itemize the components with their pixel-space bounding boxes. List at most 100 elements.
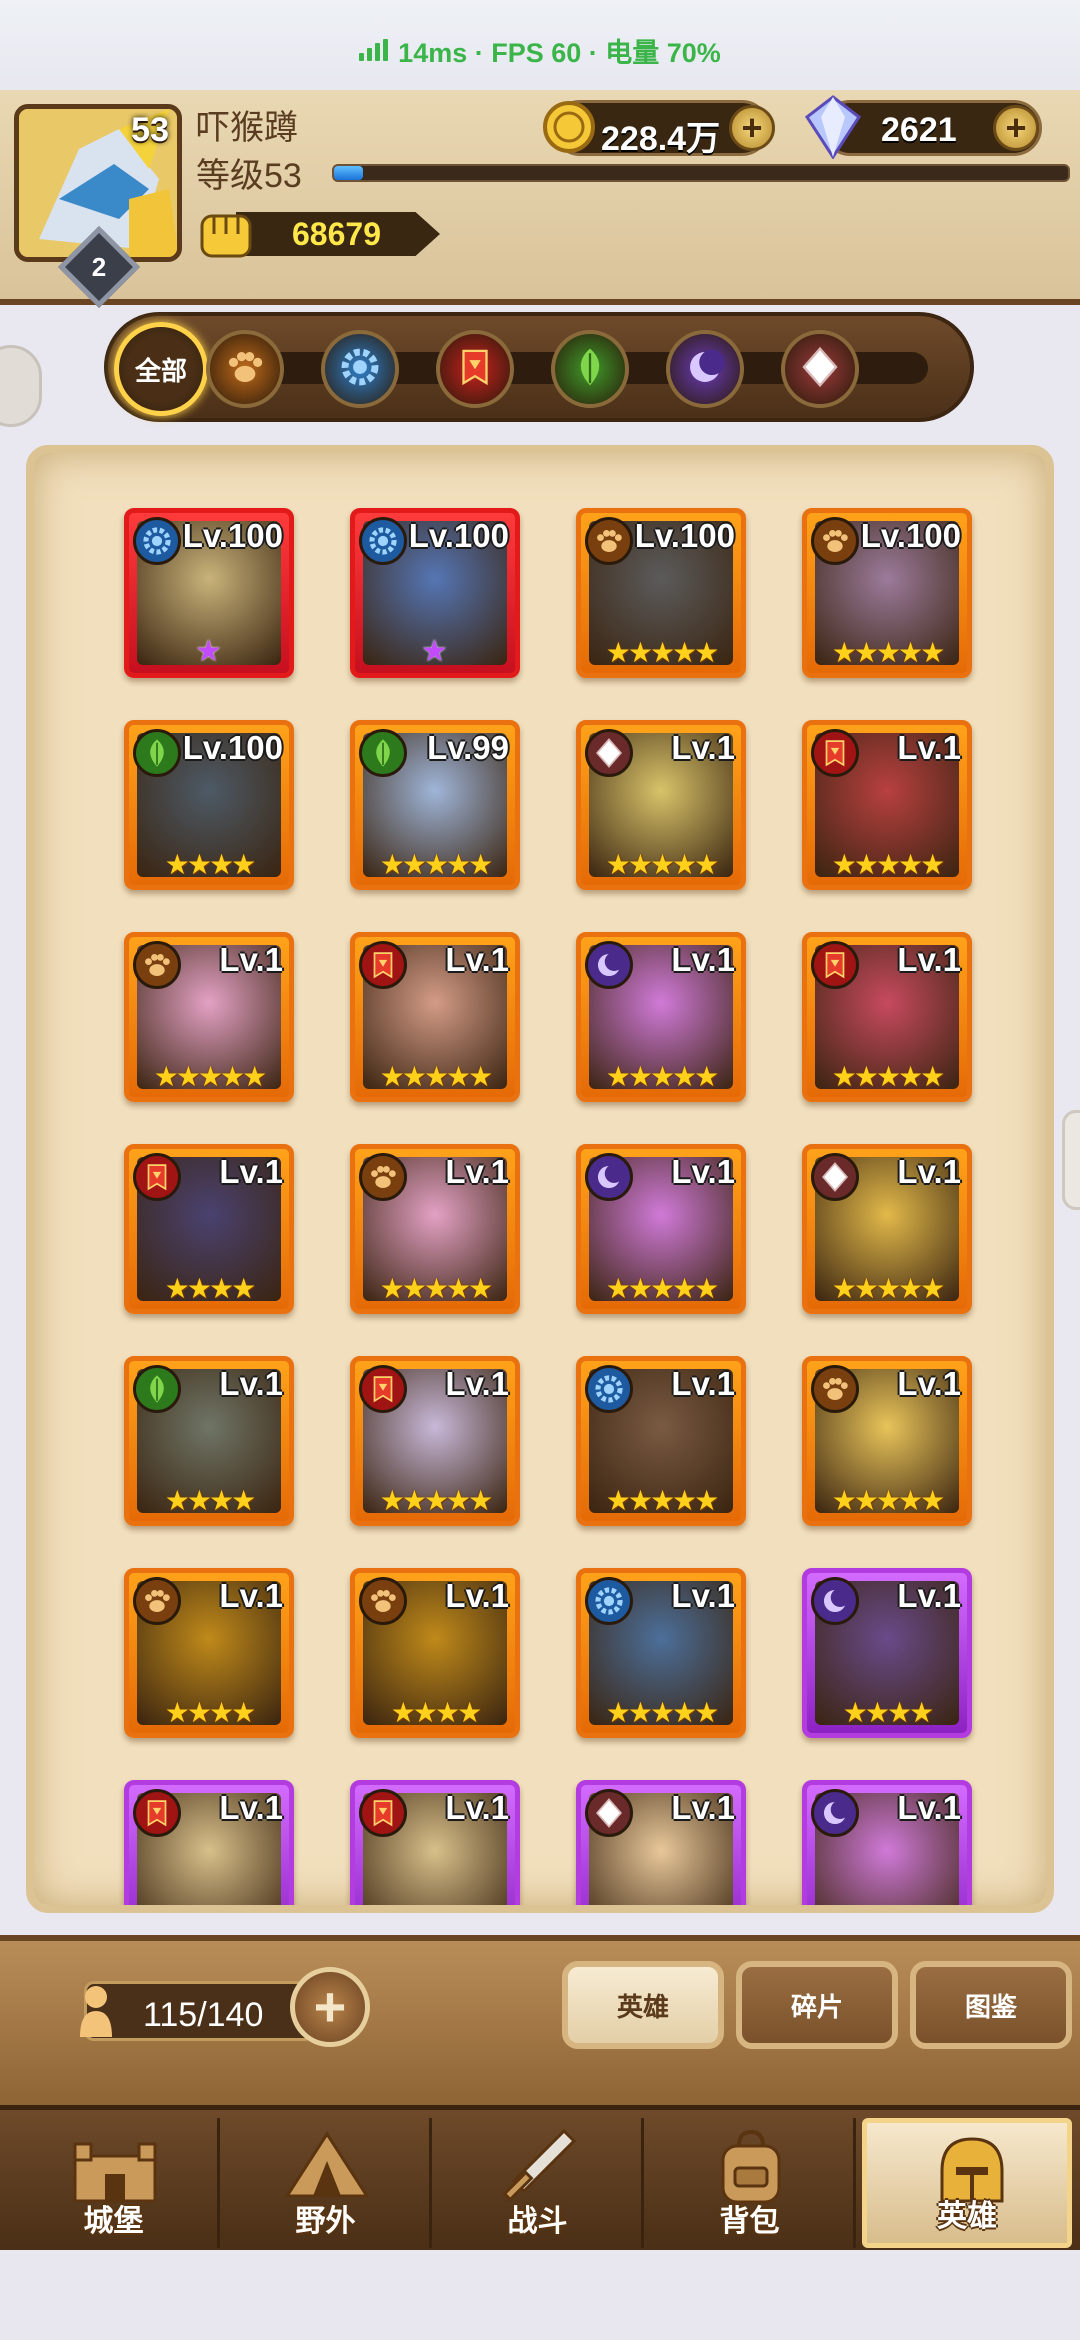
diamond-icon [811,1153,859,1201]
hero-level: Lv.100 [408,517,509,554]
leaf-icon [359,729,407,777]
diamond-icon [797,344,843,395]
hero-card[interactable]: Lv.1 ★★★★★ [802,1356,972,1526]
filter-light-button[interactable] [781,330,859,408]
nav-battle[interactable]: 战斗 [434,2118,644,2248]
hero-card[interactable]: Lv.100 ★★★★ [124,720,294,890]
hero-card[interactable]: Lv.100 ★ [124,508,294,678]
filter-warrior-button[interactable] [436,330,514,408]
hero-card[interactable]: Lv.1 ★★★★★ [124,932,294,1102]
hero-grid: Lv.100 ★ Lv.100 ★ Lv.100 ★★★★★ Lv.100 ★★★★★ Lv.1… [124,508,1024,1905]
hero-card[interactable]: Lv.1 [124,1780,294,1905]
bottom-navigation: 城堡 野外 战斗 背包 英雄 [0,2105,1080,2250]
hero-card[interactable]: Lv.100 ★★★★★ [802,508,972,678]
hero-stars: ★★★★★ [379,849,494,880]
hero-card[interactable]: Lv.1 ★★★★ [124,1568,294,1738]
filter-all-button[interactable]: 全部 [114,322,208,416]
hero-level: Lv.1 [897,1153,961,1190]
hero-level: Lv.1 [219,941,283,978]
hero-card[interactable]: Lv.1 ★★★★★ [802,932,972,1102]
hero-level: Lv.1 [897,1577,961,1614]
hero-card[interactable]: Lv.1 ★★★★ [802,1568,972,1738]
hero-level: Lv.1 [219,1153,283,1190]
hero-level: Lv.100 [860,517,961,554]
hero-list-panel: Lv.100 ★ Lv.100 ★ Lv.100 ★★★★★ Lv.100 ★★★★★ Lv.1… [26,445,1054,1913]
tab-codex[interactable]: 图鉴 [910,1961,1072,2049]
banner-icon [452,344,498,395]
add-gold-button[interactable]: + [729,105,775,151]
hero-card[interactable]: Lv.1 ★★★★★ [576,1568,746,1738]
banner-icon [359,1789,407,1837]
hero-stars: ★★★★ [164,1697,256,1728]
hero-stars: ★★★★★ [605,637,720,668]
hero-level: Lv.1 [897,1789,961,1826]
hero-card[interactable]: Lv.100 ★ [350,508,520,678]
hero-card[interactable]: Lv.1 [802,1780,972,1905]
hero-card[interactable]: Lv.1 ★★★★ [124,1144,294,1314]
hero-card[interactable]: Lv.1 ★★★★★ [576,1356,746,1526]
hero-card[interactable]: Lv.1 ★★★★★ [802,720,972,890]
banner-icon [359,1365,407,1413]
side-pull-tab[interactable] [1062,1110,1080,1210]
paw-icon [222,344,268,395]
filter-dark-button[interactable] [666,330,744,408]
fist-icon [200,214,252,258]
filter-beast-button[interactable] [206,330,284,408]
hero-level: Lv.1 [671,729,735,766]
hero-card[interactable]: Lv.99 ★★★★★ [350,720,520,890]
nav-backpack-label: 背包 [719,2205,780,2238]
filter-nature-button[interactable] [551,330,629,408]
hero-stars: ★★★★ [164,849,256,880]
hero-stars: ★★★★★ [831,1273,946,1304]
hero-level: Lv.1 [671,1365,735,1402]
add-gems-button[interactable]: + [993,105,1039,151]
hero-card[interactable]: Lv.1 ★★★★ [124,1356,294,1526]
hero-card[interactable]: Lv.1 ★★★★★ [350,1356,520,1526]
hero-card[interactable]: Lv.1 ★★★★★ [576,720,746,890]
hero-card[interactable]: Lv.1 ★★★★★ [576,1144,746,1314]
floating-assistant-bubble[interactable] [0,345,42,427]
hero-level: Lv.1 [219,1577,283,1614]
hero-level: Lv.1 [445,1577,509,1614]
hero-card[interactable]: Lv.1 ★★★★ [350,1568,520,1738]
hero-card[interactable]: Lv.1 ★★★★★ [350,932,520,1102]
exp-fill [334,166,364,180]
leaf-icon [133,1365,181,1413]
player-header: 53 2 吓猴蹲 等级53 68679 228.4万 + 2621 + [0,90,1080,309]
hero-stars: ★★★★★ [379,1485,494,1516]
nav-field[interactable]: 野外 [222,2118,432,2248]
nav-backpack[interactable]: 背包 [646,2118,856,2248]
expand-hero-slots-button[interactable]: + [290,1967,370,2047]
hero-card[interactable]: Lv.1 ★★★★★ [350,1144,520,1314]
status-overlay: 14ms · FPS 60 · 电量 70% [0,0,1080,100]
diamond-icon [585,729,633,777]
purple-star-icon: ★ [421,635,448,668]
nav-heroes[interactable]: 英雄 [862,2118,1072,2248]
hero-card[interactable]: Lv.1 [576,1780,746,1905]
tab-fragments[interactable]: 碎片 [736,1961,898,2049]
diamond-icon [585,1789,633,1837]
hero-stars: ★★★★★ [605,1485,720,1516]
hero-card[interactable]: Lv.1 ★★★★★ [802,1144,972,1314]
hero-stars: ★★★★★ [605,849,720,880]
avatar-level: 53 [131,111,169,149]
gear-icon [359,517,407,565]
castle-icon [73,2142,157,2203]
hero-card[interactable]: Lv.1 [350,1780,520,1905]
hero-stars: ★★★★★ [605,1273,720,1304]
combat-power: 68679 [196,208,446,258]
hero-stars: ★★★★★ [831,1485,946,1516]
signal-icon [359,39,389,61]
hero-stars: ★★★★★ [605,1697,720,1728]
hero-card[interactable]: Lv.100 ★★★★★ [576,508,746,678]
tab-heroes[interactable]: 英雄 [562,1961,724,2049]
hero-stars: ★★★★★ [831,637,946,668]
hero-level: Lv.1 [445,941,509,978]
hero-card[interactable]: Lv.1 ★★★★★ [576,932,746,1102]
leaf-icon [567,344,613,395]
filter-mech-button[interactable] [321,330,399,408]
nav-castle[interactable]: 城堡 [10,2118,220,2248]
purple-star-icon: ★ [195,635,222,668]
hero-stars: ★★★★★ [831,1061,946,1092]
nav-battle-label: 战斗 [507,2205,568,2238]
